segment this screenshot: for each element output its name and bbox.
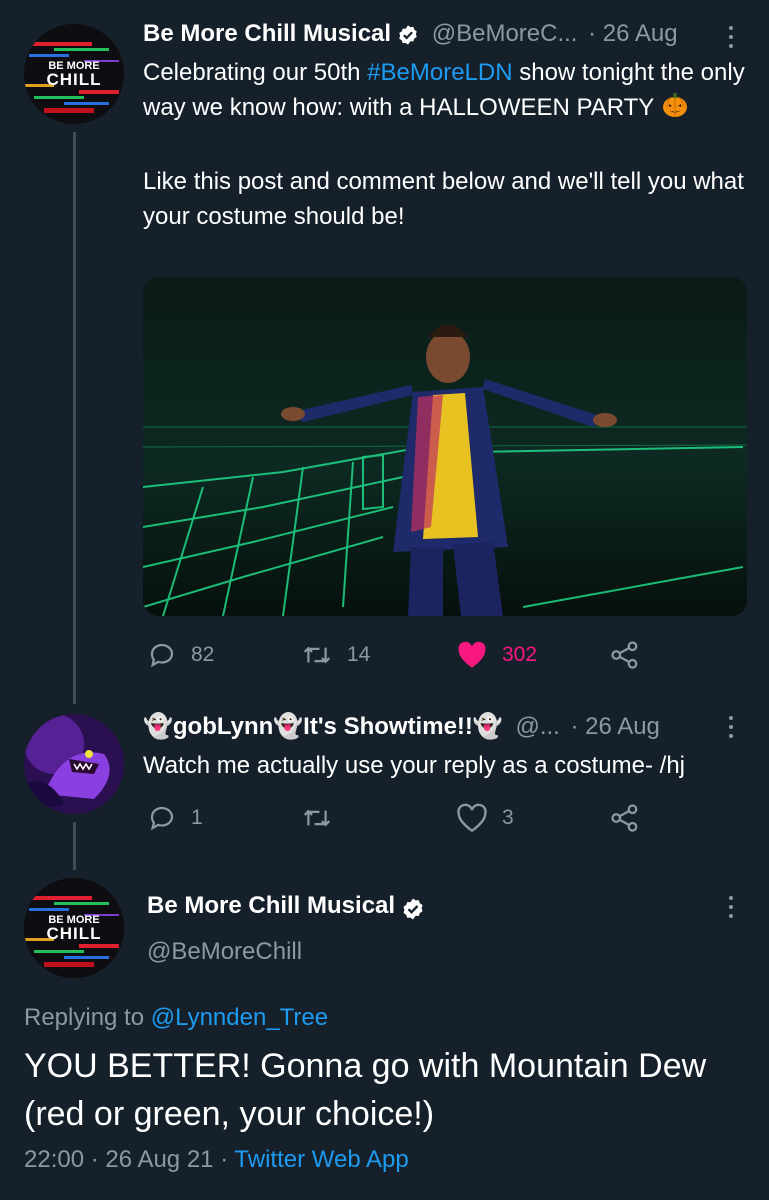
tweet2-like-button[interactable]: 3 [456,803,514,833]
tweet1-handle[interactable]: @BeMoreC... [432,20,578,47]
tweet1-paragraph2: Like this post and comment below and we'… [143,168,744,230]
replying-to-handle-link[interactable]: @Lynnden_Tree [151,1004,328,1031]
tweet1-like-button[interactable]: 302 [456,640,537,670]
retweet-icon [303,646,331,664]
verified-badge-icon [399,25,417,45]
heart-icon [458,641,486,668]
tweet2-header: 👻gobLynn👻It's Showtime!!👻 @... · 26 Aug [143,712,733,746]
avatar-logo-text: BE MORE CHILL [46,914,102,943]
pumpkin-emoji [661,91,689,129]
retweet-icon [303,809,331,827]
share-icon [611,641,638,669]
tweet1-reply-button[interactable]: 82 [147,640,214,670]
tweet2-retweet-button[interactable] [301,803,347,833]
tweet2-time[interactable]: · 26 Aug [571,713,660,740]
stage-photo [143,277,747,616]
main-tweet-display-name[interactable]: Be More Chill Musical [147,892,395,919]
main-tweet-more-icon[interactable] [728,896,734,923]
tweet2-handle[interactable]: @... [515,713,559,740]
main-tweet-date[interactable]: 26 Aug 21 [105,1146,213,1173]
main-tweet-name-row: Be More Chill Musical [147,892,425,921]
tweet1-retweet-button[interactable]: 14 [301,640,370,670]
tweet1-media-image[interactable] [143,277,747,616]
tweet2-text: Watch me actually use your reply as a co… [143,752,685,779]
tweet1-header: Be More Chill Musical @BeMoreC... · 26 A… [143,20,743,52]
heart-icon [457,803,487,833]
avatar-goblynn[interactable] [24,714,124,814]
reply-icon [150,806,174,831]
main-tweet-source-link[interactable]: Twitter Web App [234,1146,408,1173]
tweet2-share-button[interactable] [610,803,640,833]
tweet1-share-button[interactable] [610,640,640,670]
main-tweet-text: YOU BETTER! Gonna go with Mountain Dew (… [24,1047,707,1133]
tweet1-more-icon[interactable] [728,26,734,53]
main-tweet-meta: 22:00 · 26 Aug 21 · Twitter Web App [24,1146,409,1173]
main-tweet-time[interactable]: 22:00 [24,1146,84,1173]
tweet2-reply-button[interactable]: 1 [147,803,203,833]
reply-icon [150,643,174,668]
avatar-logo-text: BE MORE CHILL [46,60,102,89]
goblynn-avatar-image [24,714,124,814]
thread-line-2 [73,822,76,870]
share-icon [611,804,638,832]
thread-line [73,132,76,704]
main-tweet-handle[interactable]: @BeMoreChill [147,938,302,966]
avatar-bemorechill-main[interactable]: BE MORE CHILL [24,878,124,978]
tweet1-text: Celebrating our 50th #BeMoreLDN show ton… [143,55,753,234]
tweet1-time[interactable]: · 26 Aug [588,20,677,47]
tweet2-more-icon[interactable] [728,716,734,743]
tweet1-display-name[interactable]: Be More Chill Musical [143,20,391,47]
avatar-bemorechill[interactable]: BE MORE CHILL [24,24,124,124]
tweet2-display-name[interactable]: 👻gobLynn👻It's Showtime!!👻 [143,713,503,740]
verified-badge-icon [403,898,423,920]
replying-to: Replying to @Lynnden_Tree [24,1004,329,1031]
hashtag-link[interactable]: #BeMoreLDN [367,59,512,86]
